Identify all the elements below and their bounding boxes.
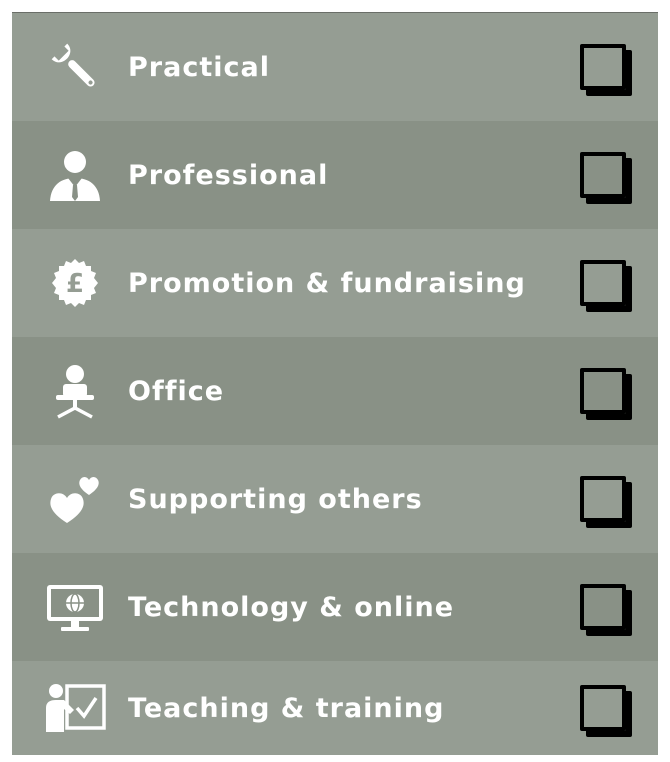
wrench-icon [44, 36, 106, 98]
computer-monitor-icon [44, 576, 106, 638]
pound-coin-icon: £ [44, 252, 106, 314]
hearts-icon [44, 468, 106, 530]
category-checkbox[interactable] [580, 685, 626, 731]
category-label: Promotion & fundraising [128, 267, 526, 299]
category-row-technology-online[interactable]: Technology & online [12, 553, 658, 661]
category-label: Supporting others [128, 483, 423, 515]
category-checkbox[interactable] [580, 44, 626, 90]
category-checkbox[interactable] [580, 476, 626, 522]
category-label: Practical [128, 51, 270, 83]
category-checkbox[interactable] [580, 584, 626, 630]
category-label: Teaching & training [128, 692, 445, 724]
category-label: Professional [128, 159, 329, 191]
category-row-practical[interactable]: Practical [12, 13, 658, 121]
category-row-office[interactable]: Office [12, 337, 658, 445]
teacher-whiteboard-icon [44, 677, 106, 739]
category-label: Office [128, 375, 225, 407]
category-row-teaching-training[interactable]: Teaching & training [12, 661, 658, 755]
svg-text:£: £ [66, 269, 84, 299]
professional-person-icon [44, 144, 106, 206]
category-checkbox[interactable] [580, 260, 626, 306]
category-checkbox[interactable] [580, 368, 626, 414]
category-row-promotion-fundraising[interactable]: £ Promotion & fundraising [12, 229, 658, 337]
category-row-professional[interactable]: Professional [12, 121, 658, 229]
category-list: Practical Professional £ Promotion & fun… [12, 12, 658, 755]
office-chair-icon [44, 360, 106, 422]
category-label: Technology & online [128, 591, 455, 623]
category-row-supporting-others[interactable]: Supporting others [12, 445, 658, 553]
category-checkbox[interactable] [580, 152, 626, 198]
